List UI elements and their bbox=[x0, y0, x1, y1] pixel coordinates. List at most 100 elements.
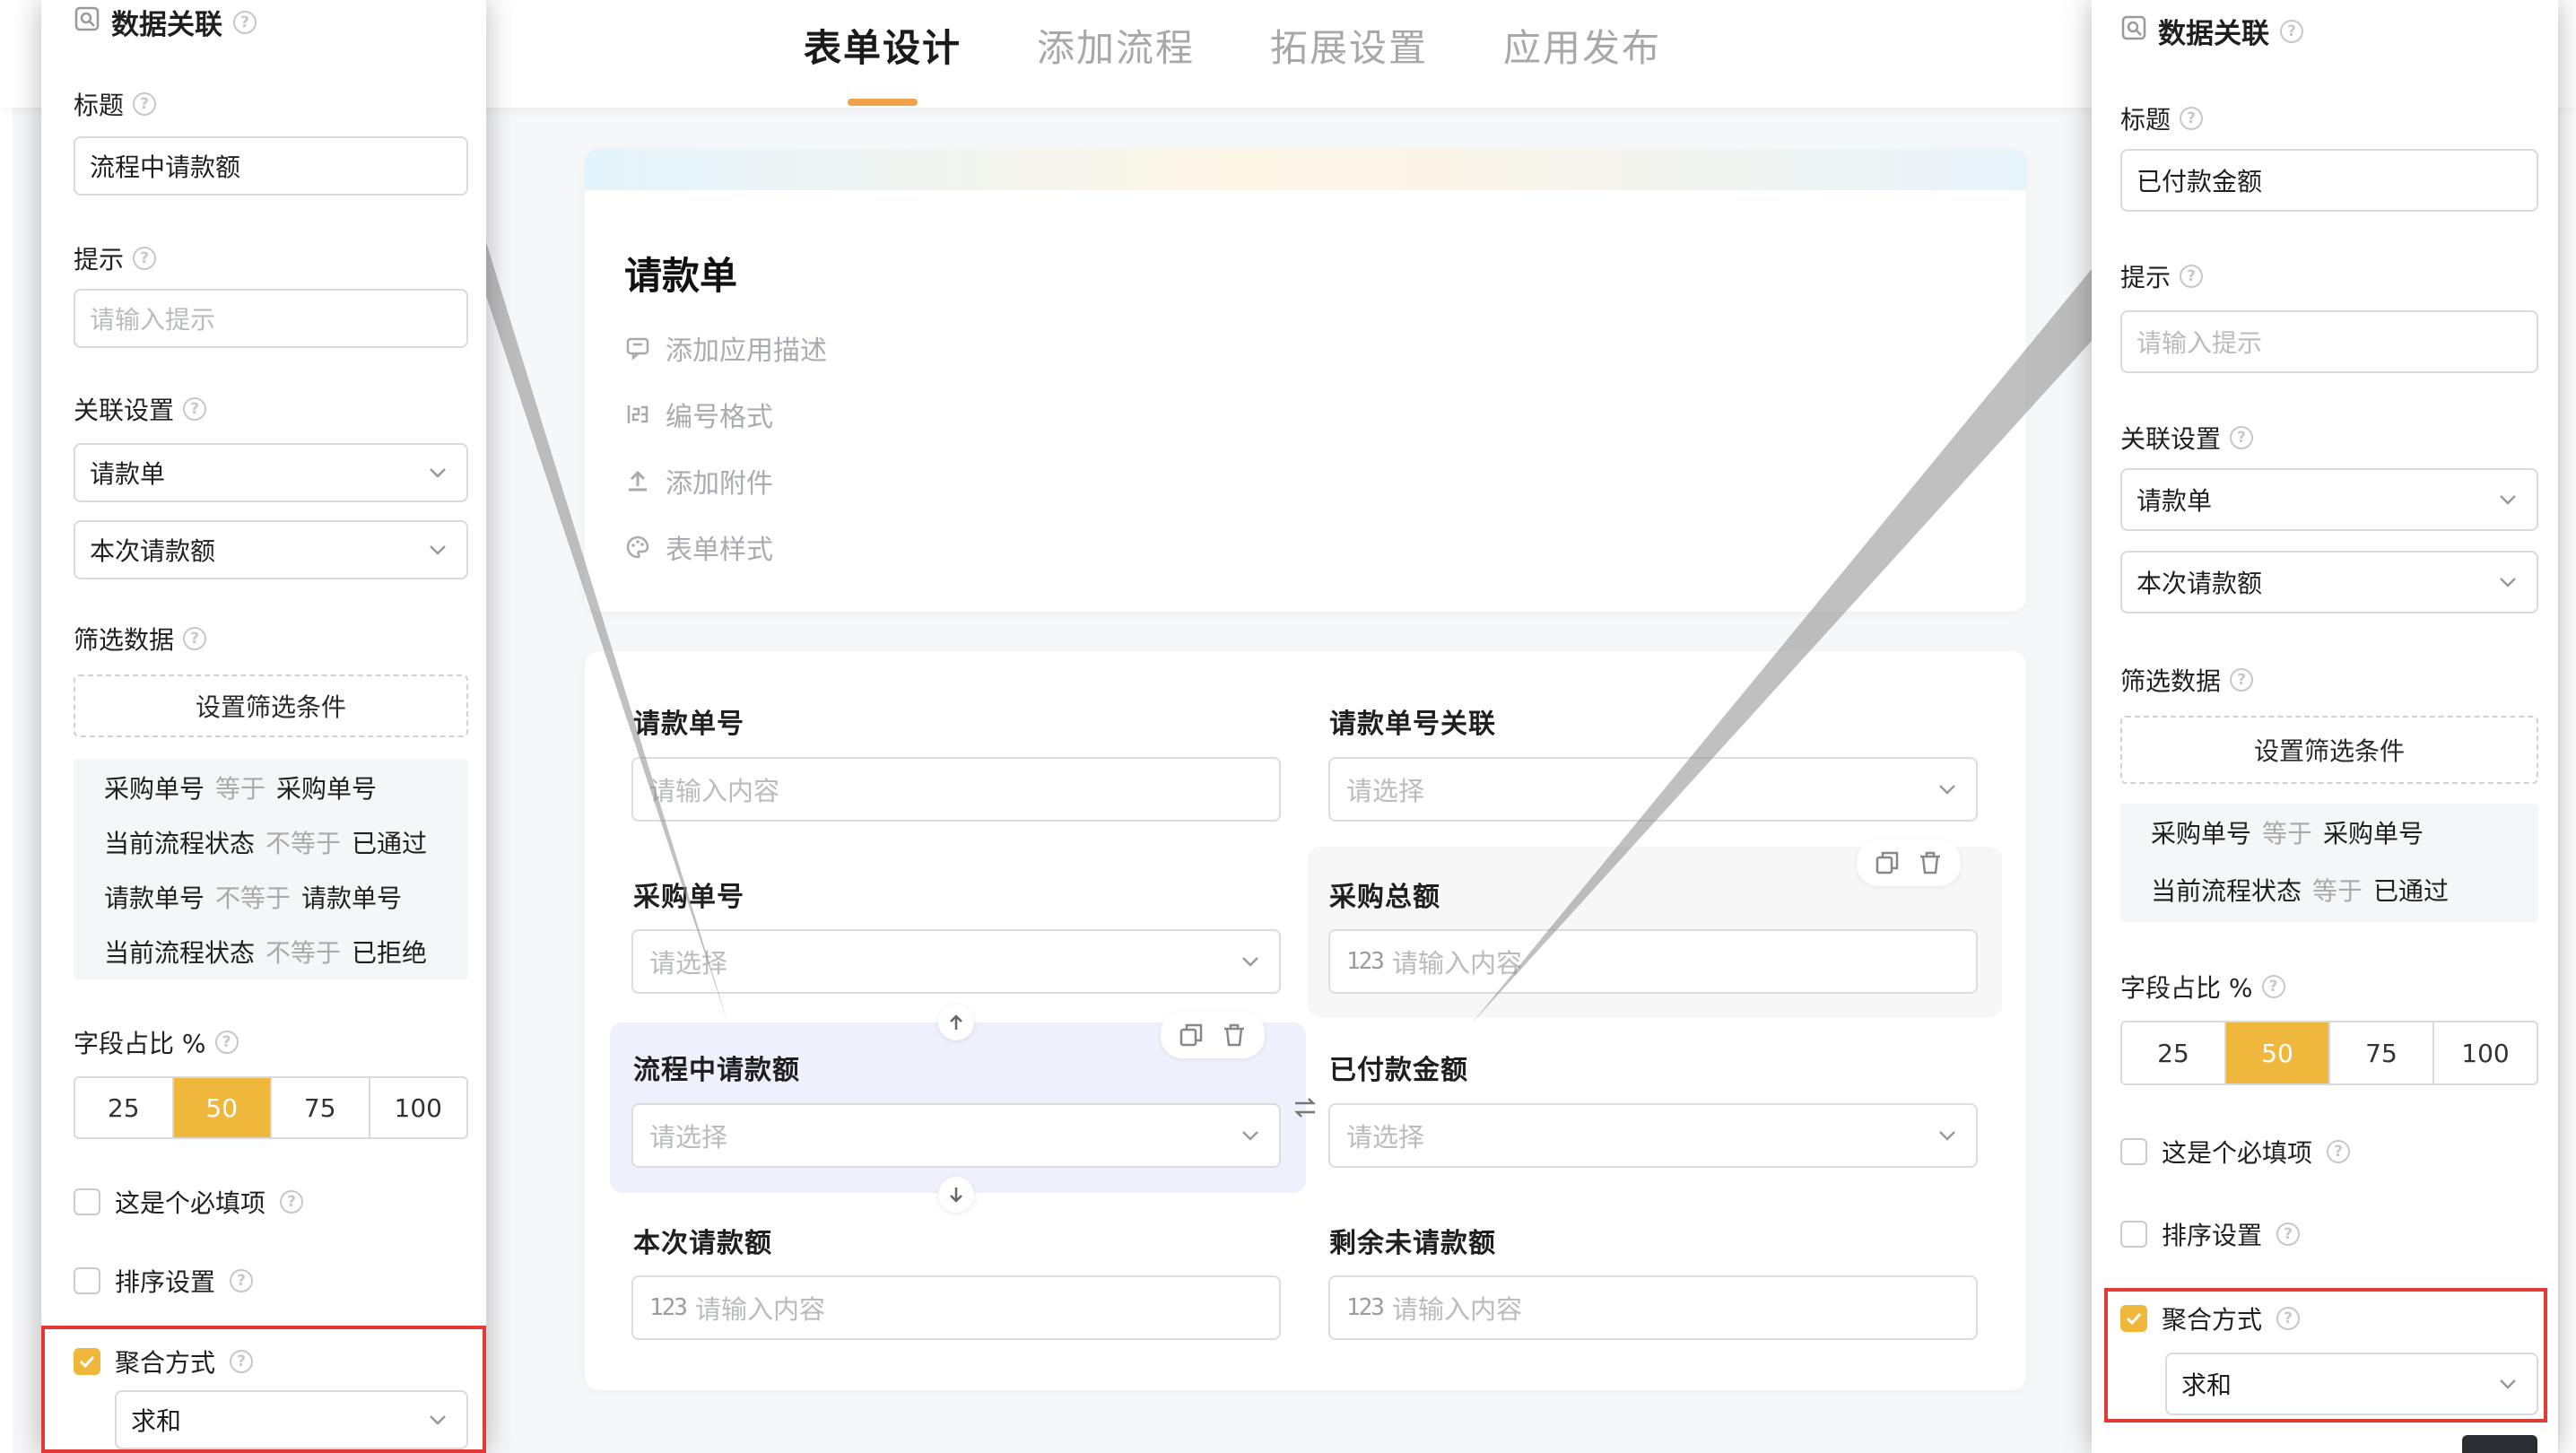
panel-title: 数据关联 ? bbox=[2120, 11, 2303, 51]
ratio-option-25[interactable]: 25 bbox=[75, 1078, 174, 1137]
title-input[interactable]: 已付款金额 bbox=[2120, 149, 2538, 212]
form-style-option[interactable]: 表单样式 bbox=[624, 529, 773, 566]
assoc-form-select[interactable]: 请款单 bbox=[74, 443, 468, 502]
help-icon[interactable]: ? bbox=[2180, 107, 2204, 130]
filter-label: 筛选数据? bbox=[74, 621, 207, 657]
set-filter-button[interactable]: 设置筛选条件 bbox=[74, 674, 468, 737]
chevron-down-icon bbox=[2500, 578, 2516, 587]
ratio-segmented-control: 25 50 75 100 bbox=[74, 1076, 468, 1139]
purchase-no-select[interactable]: 请选择 bbox=[631, 929, 1281, 994]
current-request-input[interactable]: 123 请输入内容 bbox=[631, 1275, 1281, 1340]
number-format-icon: 123 bbox=[649, 1294, 688, 1321]
field-label-purchase-total: 采购总额 bbox=[1329, 882, 1440, 913]
copy-icon[interactable] bbox=[1173, 1017, 1209, 1053]
field-label-in-process-amount: 流程中请款额 bbox=[633, 1055, 800, 1086]
panel-title: 数据关联 ? bbox=[74, 2, 257, 42]
chevron-down-icon bbox=[1939, 1131, 1955, 1141]
sort-checkbox[interactable]: 排序设置? bbox=[74, 1263, 254, 1299]
add-attachment-option[interactable]: 添加附件 bbox=[624, 463, 773, 500]
sort-checkbox[interactable]: 排序设置? bbox=[2120, 1216, 2301, 1252]
help-icon[interactable]: ? bbox=[2230, 668, 2254, 692]
left-property-panel: 数据关联 ? 标题? 流程中请款额 提示? 请输入提示 关联设置? 请款单 本次… bbox=[41, 0, 486, 1453]
ratio-option-100[interactable]: 100 bbox=[370, 1078, 467, 1137]
form-title[interactable]: 请款单 bbox=[624, 246, 737, 300]
header-gradient-strip bbox=[585, 149, 2026, 190]
trash-icon[interactable] bbox=[1216, 1017, 1252, 1053]
help-icon[interactable]: ? bbox=[133, 247, 157, 270]
ratio-option-25[interactable]: 25 bbox=[2122, 1022, 2226, 1083]
help-icon[interactable]: ? bbox=[2327, 1140, 2351, 1163]
filter-condition[interactable]: 当前流程状态 不等于 已拒绝 bbox=[104, 934, 427, 970]
move-down-icon[interactable] bbox=[938, 1177, 974, 1213]
help-icon[interactable]: ? bbox=[133, 92, 157, 116]
field-toolbar-selected bbox=[1161, 1012, 1265, 1058]
swap-icon[interactable] bbox=[1292, 1094, 1318, 1121]
assoc-form-select[interactable]: 请款单 bbox=[2120, 468, 2538, 531]
data-link-icon bbox=[2120, 14, 2147, 48]
ratio-option-50[interactable]: 50 bbox=[173, 1078, 272, 1137]
help-icon[interactable]: ? bbox=[230, 1269, 254, 1292]
filter-label: 筛选数据? bbox=[2120, 662, 2254, 698]
help-icon[interactable]: ? bbox=[214, 1031, 239, 1054]
ratio-option-50[interactable]: 50 bbox=[2226, 1022, 2330, 1083]
hint-label: 提示? bbox=[2120, 258, 2204, 294]
help-icon[interactable]: ? bbox=[2261, 975, 2285, 998]
partial-dark-button[interactable] bbox=[2462, 1435, 2537, 1453]
ratio-label: 字段占比 %? bbox=[74, 1024, 239, 1060]
checkbox-box[interactable] bbox=[2120, 1221, 2147, 1248]
number-format-option[interactable]: 编号格式 bbox=[624, 396, 773, 433]
required-checkbox[interactable]: 这是个必填项? bbox=[2120, 1134, 2351, 1170]
chevron-down-icon bbox=[430, 545, 446, 555]
chevron-down-icon bbox=[1242, 1131, 1258, 1141]
ratio-segmented-control: 25 50 75 100 bbox=[2120, 1021, 2538, 1085]
checkbox-box[interactable] bbox=[74, 1188, 100, 1215]
filter-condition[interactable]: 采购单号 等于 采购单号 bbox=[104, 770, 377, 805]
upload-icon bbox=[624, 467, 651, 494]
ratio-option-75[interactable]: 75 bbox=[272, 1078, 370, 1137]
add-description-option[interactable]: 添加应用描述 bbox=[624, 330, 827, 367]
number-format-icon: 123 bbox=[1346, 948, 1385, 975]
copy-icon[interactable] bbox=[1869, 845, 1905, 881]
filter-condition[interactable]: 采购单号 等于 采购单号 bbox=[2151, 814, 2424, 850]
hint-input[interactable]: 请输入提示 bbox=[2120, 310, 2538, 373]
request-no-link-select[interactable]: 请选择 bbox=[1328, 757, 1978, 822]
checkbox-box[interactable] bbox=[74, 1267, 100, 1294]
hint-input[interactable]: 请输入提示 bbox=[74, 289, 468, 348]
help-icon[interactable]: ? bbox=[233, 10, 257, 34]
field-label-current-request: 本次请款额 bbox=[633, 1228, 772, 1259]
help-icon[interactable]: ? bbox=[2276, 1222, 2301, 1246]
help-icon[interactable]: ? bbox=[183, 627, 207, 650]
move-up-icon[interactable] bbox=[938, 1005, 974, 1040]
tab-add-flow[interactable]: 添加流程 bbox=[1037, 18, 1195, 73]
filter-condition[interactable]: 请款单号 不等于 请款单号 bbox=[104, 879, 402, 915]
help-icon[interactable]: ? bbox=[280, 1190, 304, 1214]
request-no-input[interactable]: 请输入内容 bbox=[631, 757, 1281, 822]
paid-amount-select[interactable]: 请选择 bbox=[1328, 1103, 1978, 1168]
number-format-label: 编号格式 bbox=[666, 402, 773, 433]
help-icon[interactable]: ? bbox=[183, 397, 207, 421]
ratio-option-75[interactable]: 75 bbox=[2330, 1022, 2434, 1083]
remaining-amount-input[interactable]: 123 请输入内容 bbox=[1328, 1275, 1978, 1340]
tab-app-publish[interactable]: 应用发布 bbox=[1503, 18, 1661, 73]
required-checkbox[interactable]: 这是个必填项? bbox=[74, 1184, 304, 1220]
filter-condition[interactable]: 当前流程状态 不等于 已通过 bbox=[104, 824, 427, 860]
filter-condition[interactable]: 当前流程状态 等于 已通过 bbox=[2151, 872, 2449, 908]
ratio-option-100[interactable]: 100 bbox=[2434, 1022, 2537, 1083]
help-icon[interactable]: ? bbox=[2230, 426, 2254, 449]
trash-icon[interactable] bbox=[1912, 845, 1948, 881]
help-icon[interactable]: ? bbox=[2280, 19, 2303, 43]
assoc-field-select[interactable]: 本次请款额 bbox=[74, 520, 468, 579]
title-input[interactable]: 流程中请款额 bbox=[74, 136, 468, 196]
assoc-field-select[interactable]: 本次请款额 bbox=[2120, 551, 2538, 613]
title-label: 标题? bbox=[74, 86, 157, 122]
tab-form-design[interactable]: 表单设计 bbox=[804, 18, 962, 73]
purchase-total-input[interactable]: 123 请输入内容 bbox=[1328, 929, 1978, 994]
field-label-request-no: 请款单号 bbox=[633, 709, 744, 740]
aggregation-highlight-box bbox=[41, 1326, 486, 1453]
in-process-amount-select[interactable]: 请选择 bbox=[631, 1103, 1281, 1168]
help-icon[interactable]: ? bbox=[2180, 265, 2204, 288]
set-filter-button[interactable]: 设置筛选条件 bbox=[2120, 716, 2538, 784]
chevron-down-icon bbox=[430, 468, 446, 478]
tab-extend-settings[interactable]: 拓展设置 bbox=[1270, 18, 1428, 73]
checkbox-box[interactable] bbox=[2120, 1138, 2147, 1165]
